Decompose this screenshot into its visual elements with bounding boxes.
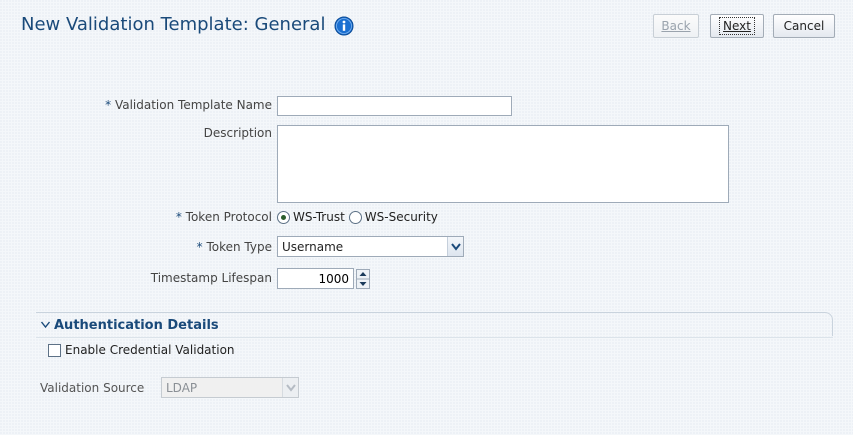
token-protocol-label: Token Protocol bbox=[185, 210, 272, 224]
chevron-down-icon[interactable] bbox=[40, 318, 52, 333]
template-name-label-wrap: * Validation Template Name bbox=[105, 98, 272, 112]
template-name-input[interactable] bbox=[277, 96, 512, 116]
chevron-down-icon[interactable] bbox=[447, 237, 463, 256]
token-type-select[interactable]: Username bbox=[277, 236, 464, 257]
back-button[interactable]: Back bbox=[653, 14, 699, 38]
section-divider bbox=[36, 337, 833, 338]
description-textarea[interactable] bbox=[277, 125, 729, 203]
required-mark: * bbox=[175, 210, 182, 224]
ws-security-radio[interactable] bbox=[348, 210, 362, 224]
validation-source-label: Validation Source bbox=[40, 381, 145, 395]
validation-source-value: LDAP bbox=[166, 380, 198, 395]
enable-credential-checkbox[interactable] bbox=[48, 344, 61, 357]
next-button-label: Next bbox=[719, 17, 755, 35]
token-type-label-wrap: * Token Type bbox=[197, 240, 272, 254]
validation-source-select[interactable]: LDAP bbox=[161, 377, 299, 398]
timestamp-lifespan-label: Timestamp Lifespan bbox=[150, 271, 272, 285]
enable-credential-label[interactable]: Enable Credential Validation bbox=[65, 343, 235, 357]
spinner-icon[interactable] bbox=[356, 269, 370, 289]
info-icon[interactable] bbox=[334, 16, 354, 36]
timestamp-lifespan-input[interactable] bbox=[277, 268, 354, 289]
authentication-details-header[interactable]: Authentication Details bbox=[40, 318, 219, 333]
cancel-button-label: Cancel bbox=[783, 19, 825, 33]
token-type-label: Token Type bbox=[206, 240, 272, 254]
token-protocol-label-wrap: * Token Protocol bbox=[176, 210, 272, 224]
ws-trust-label[interactable]: WS-Trust bbox=[293, 210, 345, 224]
back-button-label: Back bbox=[661, 19, 691, 33]
token-protocol-radio-group: WS-Trust WS-Security bbox=[277, 210, 438, 224]
description-label: Description bbox=[203, 126, 272, 140]
ws-security-label[interactable]: WS-Security bbox=[365, 210, 438, 224]
token-type-value: Username bbox=[282, 239, 344, 254]
chevron-down-icon[interactable] bbox=[282, 378, 298, 397]
cancel-button[interactable]: Cancel bbox=[773, 14, 835, 38]
ws-trust-radio[interactable] bbox=[277, 210, 290, 224]
next-button[interactable]: Next bbox=[710, 14, 764, 38]
template-name-label: Validation Template Name bbox=[114, 98, 272, 112]
authentication-details-title: Authentication Details bbox=[54, 318, 219, 333]
page-title: New Validation Template: General bbox=[21, 14, 326, 35]
required-mark: * bbox=[196, 240, 203, 254]
required-mark: * bbox=[105, 98, 112, 112]
